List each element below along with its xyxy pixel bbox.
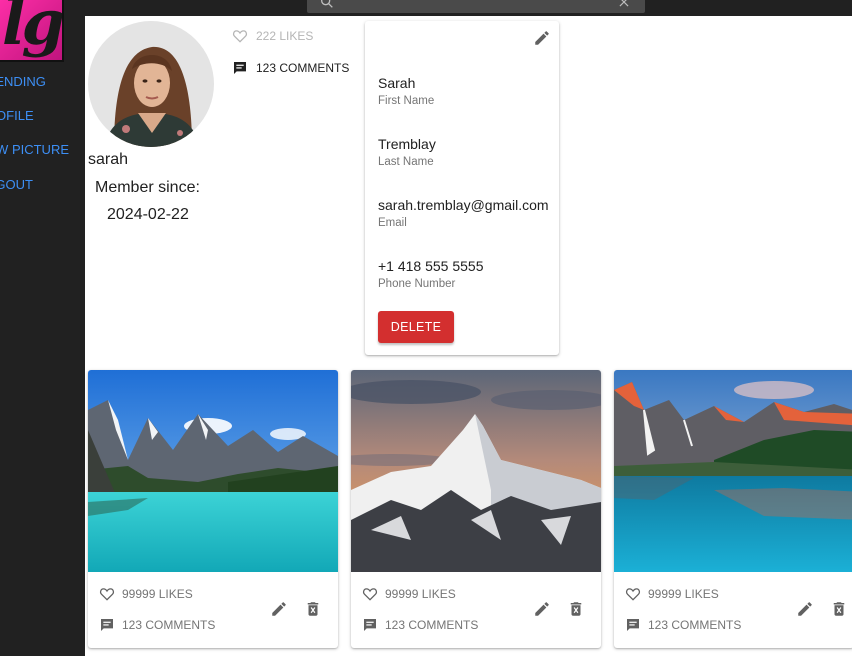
member-since-label: Member since: xyxy=(95,179,200,196)
heart-outline-icon[interactable] xyxy=(362,587,378,601)
delete-icon[interactable] xyxy=(567,600,585,618)
picture-likes-text: 99999 LIKES xyxy=(385,587,456,601)
first-name-label: First Name xyxy=(378,95,435,107)
picture-image[interactable] xyxy=(614,370,852,572)
picture-comments-text: 123 COMMENTS xyxy=(122,618,216,632)
profile-likes: 222 LIKES xyxy=(232,29,313,43)
app-logo[interactable]: lg xyxy=(0,0,64,62)
user-info-card: Sarah First Name Tremblay Last Name sara… xyxy=(365,21,559,355)
sidebar: lg Trending Profile New Picture Logout xyxy=(0,0,85,656)
sidebar-item-profile[interactable]: Profile xyxy=(0,108,34,123)
picture-card: 99999 LIKES 123 COMMENTS xyxy=(614,370,852,648)
picture-image[interactable] xyxy=(88,370,338,572)
picture-likes-text: 99999 LIKES xyxy=(122,587,193,601)
member-since-date: 2024-02-22 xyxy=(107,206,189,223)
heart-outline-icon[interactable] xyxy=(625,587,641,601)
comment-icon xyxy=(362,617,378,633)
logo-text: lg xyxy=(2,0,62,59)
picture-image[interactable] xyxy=(351,370,601,572)
heart-outline-icon xyxy=(232,29,248,43)
top-bar xyxy=(85,0,852,16)
delete-icon[interactable] xyxy=(830,600,848,618)
picture-comments[interactable]: 123 COMMENTS xyxy=(625,617,741,633)
picture-likes-text: 99999 LIKES xyxy=(648,587,719,601)
edit-icon[interactable] xyxy=(796,600,814,618)
sidebar-item-trending[interactable]: Trending xyxy=(0,74,46,89)
email-label: Email xyxy=(378,217,407,229)
heart-outline-icon[interactable] xyxy=(99,587,115,601)
first-name-value: Sarah xyxy=(378,75,416,91)
delete-button[interactable]: Delete xyxy=(378,311,454,343)
phone-value: +1 418 555 5555 xyxy=(378,258,484,274)
avatar xyxy=(88,21,214,147)
edit-icon[interactable] xyxy=(270,600,288,618)
sidebar-item-new-picture[interactable]: New Picture xyxy=(0,142,69,157)
picture-likes: 99999 LIKES xyxy=(99,587,193,601)
picture-likes: 99999 LIKES xyxy=(625,587,719,601)
picture-comments[interactable]: 123 COMMENTS xyxy=(362,617,478,633)
close-icon[interactable] xyxy=(617,0,631,9)
picture-likes: 99999 LIKES xyxy=(362,587,456,601)
picture-comments[interactable]: 123 COMMENTS xyxy=(99,617,215,633)
profile-likes-text: 222 LIKES xyxy=(256,29,314,43)
phone-label: Phone Number xyxy=(378,278,456,290)
edit-icon[interactable] xyxy=(533,29,551,47)
profile-username: sarah xyxy=(88,151,129,168)
delete-icon[interactable] xyxy=(304,600,322,618)
profile-comments: 123 COMMENTS xyxy=(232,60,349,76)
sidebar-item-logout[interactable]: Logout xyxy=(0,177,33,192)
comment-icon xyxy=(232,60,248,76)
search-input[interactable] xyxy=(307,0,645,13)
last-name-value: Tremblay xyxy=(378,136,436,152)
picture-card: 99999 LIKES 123 COMMENTS xyxy=(88,370,338,648)
picture-comments-text: 123 COMMENTS xyxy=(648,618,742,632)
search-icon[interactable] xyxy=(319,0,335,10)
picture-card: 99999 LIKES 123 COMMENTS xyxy=(351,370,601,648)
comment-icon xyxy=(625,617,641,633)
edit-icon[interactable] xyxy=(533,600,551,618)
last-name-label: Last Name xyxy=(378,156,434,168)
picture-comments-text: 123 COMMENTS xyxy=(385,618,479,632)
profile-comments-text: 123 COMMENTS xyxy=(256,61,350,75)
email-value: sarah.tremblay@gmail.com xyxy=(378,197,549,213)
comment-icon xyxy=(99,617,115,633)
